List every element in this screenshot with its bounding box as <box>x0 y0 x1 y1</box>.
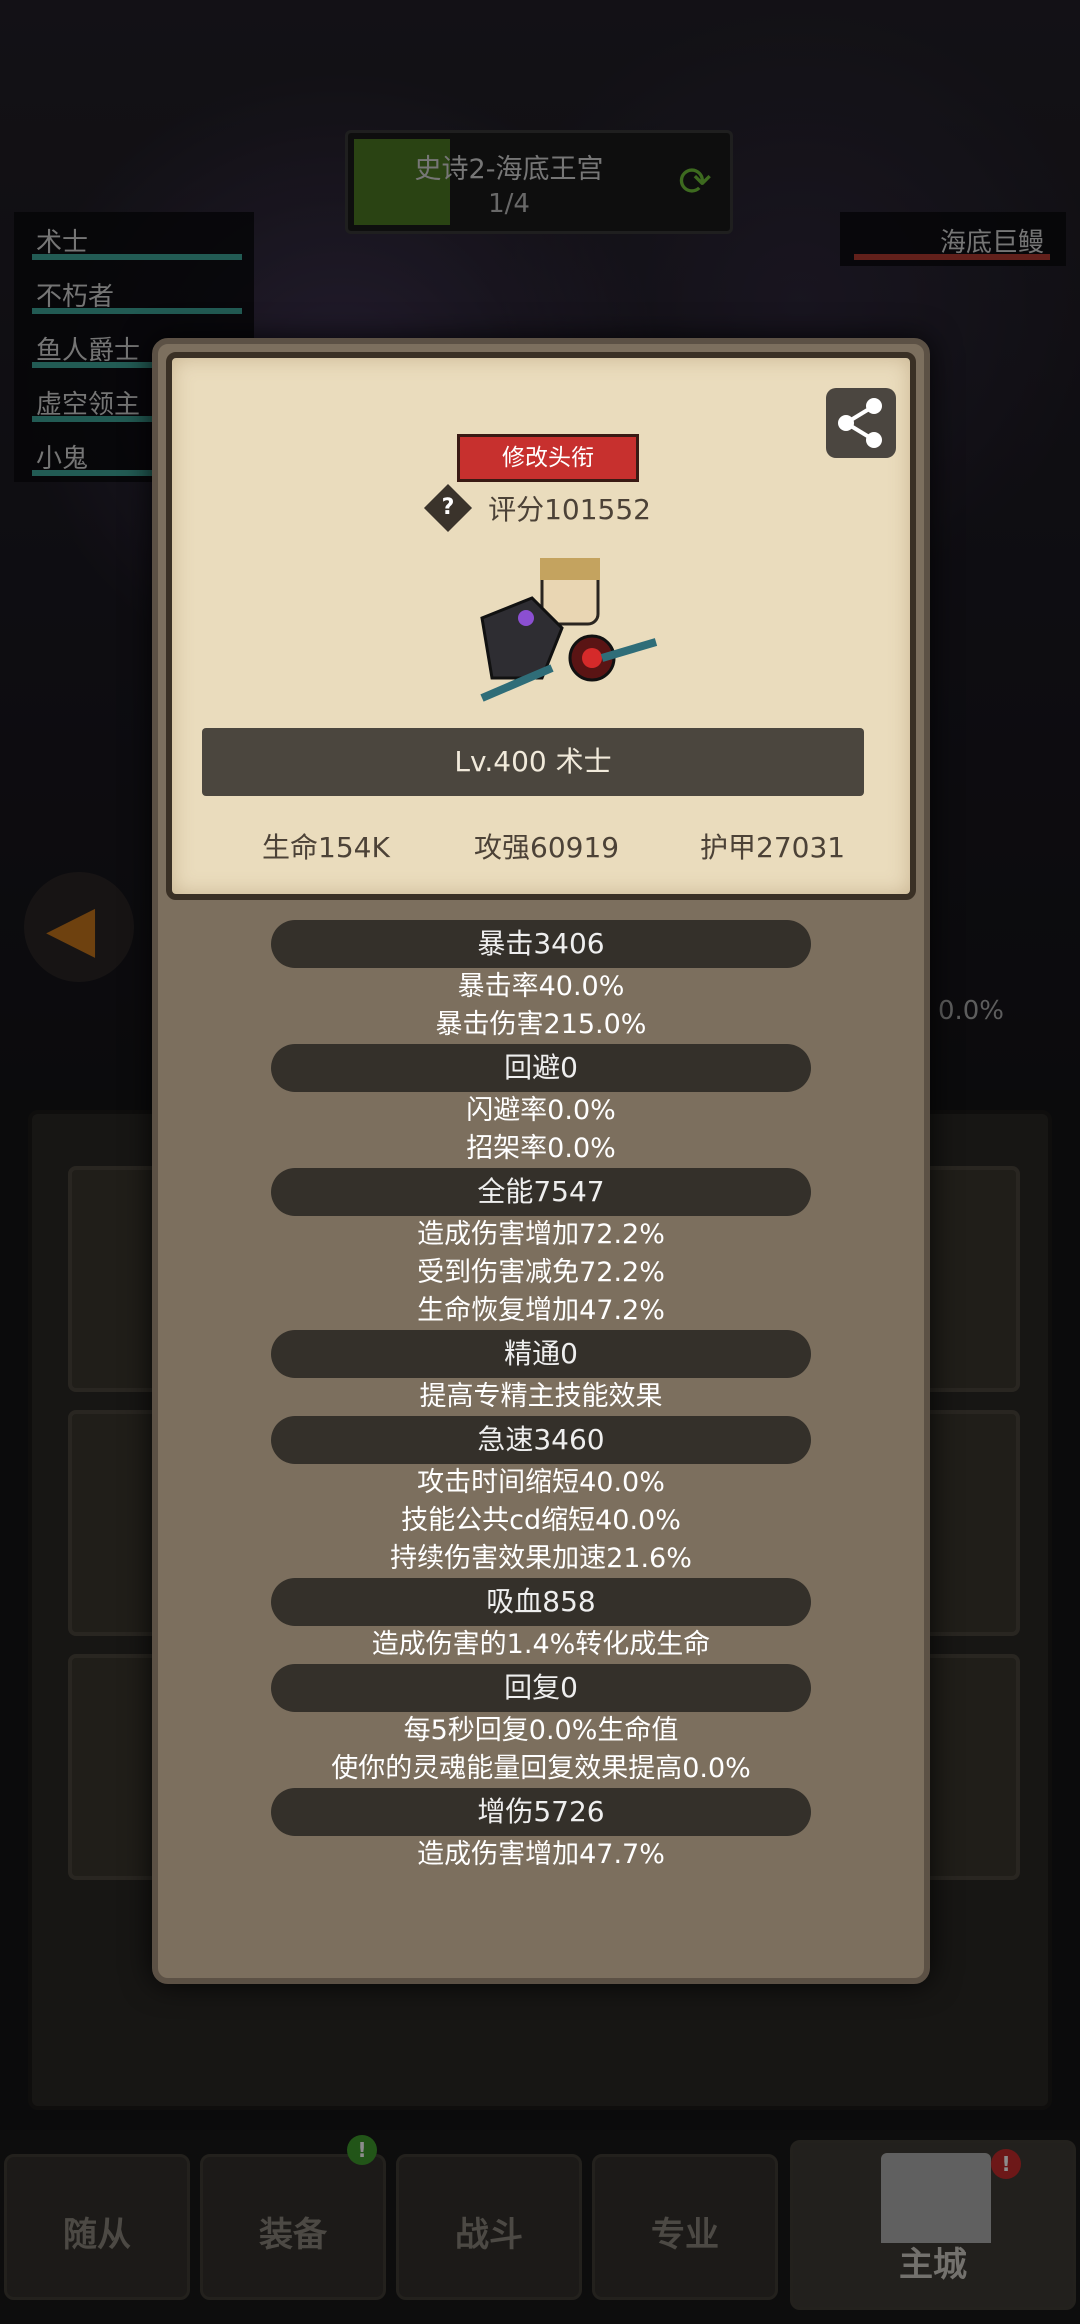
character-card: 修改头衔 ? 评分101552 Lv.400 术士 生命154K 攻强60919… <box>166 352 916 900</box>
stat-line: 攻击时间缩短40.0% <box>417 1467 665 1498</box>
stat-line: 造成伤害的1.4%转化成生命 <box>371 1629 711 1660</box>
level-name: Lv.400 术士 <box>454 745 612 778</box>
stat-section-header: 全能7547 <box>271 1168 811 1216</box>
stat-armor: 护甲27031 <box>700 831 846 864</box>
stat-section-header: 吸血858 <box>271 1578 811 1626</box>
stat-line: 造成伤害增加47.7% <box>417 1839 665 1870</box>
stat-line: 技能公共cd缩短40.0% <box>401 1505 681 1536</box>
stat-hp: 生命154K <box>262 831 390 864</box>
stat-line: 造成伤害增加72.2% <box>417 1219 665 1250</box>
stat-line: 暴击率40.0% <box>457 971 625 1002</box>
level-banner: Lv.400 术士 <box>202 728 864 796</box>
share-icon <box>838 398 882 448</box>
edit-title-button[interactable]: 修改头衔 <box>457 434 639 482</box>
stat-attack: 攻强60919 <box>474 831 620 864</box>
core-stats: 生命154K 攻强60919 护甲27031 <box>172 826 910 866</box>
stat-section-header: 增伤5726 <box>271 1788 811 1836</box>
hero-portrait <box>480 558 658 702</box>
stat-section-header: 精通0 <box>271 1330 811 1378</box>
help-icon[interactable]: ? <box>423 483 473 533</box>
stat-section-header: 回复0 <box>271 1664 811 1712</box>
stat-line: 提高专精主技能效果 <box>419 1381 663 1412</box>
stat-line: 闪避率0.0% <box>466 1095 616 1126</box>
stat-line: 使你的灵魂能量回复效果提高0.0% <box>331 1753 751 1784</box>
stat-section-header: 回避0 <box>271 1044 811 1092</box>
stat-line: 受到伤害减免72.2% <box>417 1257 665 1288</box>
stat-section-header: 暴击3406 <box>271 920 811 968</box>
stat-line: 招架率0.0% <box>466 1133 616 1164</box>
stat-line: 每5秒回复0.0%生命值 <box>403 1715 679 1746</box>
score-row: ? 评分101552 <box>172 483 910 533</box>
share-button[interactable] <box>826 388 896 458</box>
stat-line: 持续伤害效果加速21.6% <box>390 1543 692 1574</box>
stat-line: 暴击伤害215.0% <box>435 1009 647 1040</box>
character-stats-modal: 修改头衔 ? 评分101552 Lv.400 术士 生命154K 攻强60919… <box>152 338 930 1984</box>
score-value: 评分101552 <box>488 493 651 526</box>
stat-line: 生命恢复增加47.2% <box>417 1295 665 1326</box>
stat-section-header: 急速3460 <box>271 1416 811 1464</box>
stat-detail-list: 暴击3406 暴击率40.0% 暴击伤害215.0% 回避0 闪避率0.0% 招… <box>158 920 924 1874</box>
